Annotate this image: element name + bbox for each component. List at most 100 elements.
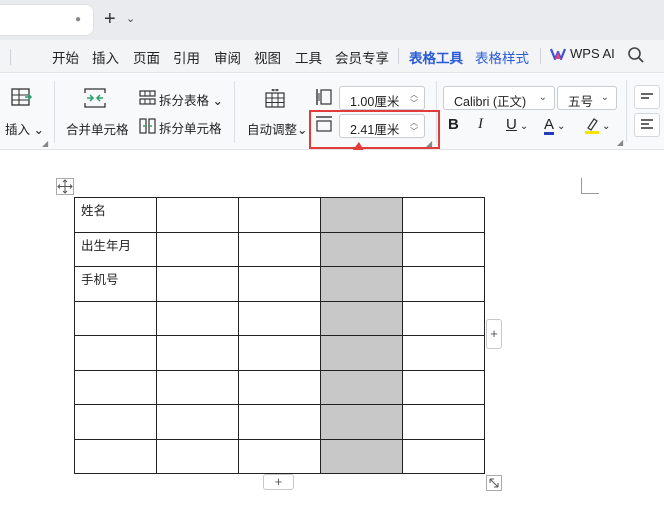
table-cell[interactable] (320, 335, 403, 371)
table-cell[interactable] (156, 369, 239, 405)
table-cell[interactable] (402, 231, 485, 267)
table-cell[interactable] (156, 231, 239, 267)
auto-fit-icon[interactable] (265, 89, 285, 108)
table-cell[interactable] (320, 231, 403, 267)
group-expand-icon[interactable]: ◢ (617, 138, 623, 147)
table-cell[interactable] (320, 197, 403, 233)
font-size-select[interactable]: 五号 ⌄ (557, 86, 617, 110)
highlight-button[interactable]: ⌄ (584, 116, 610, 135)
menu-insert[interactable]: 插入 (92, 47, 119, 67)
table-cell[interactable] (238, 438, 321, 474)
resize-diagonal-icon (489, 478, 499, 488)
table-row (74, 369, 485, 405)
table-cell[interactable] (402, 335, 485, 371)
font-color-button[interactable]: A ⌄ (544, 116, 565, 135)
table-cell[interactable] (74, 300, 157, 336)
table-cell[interactable] (156, 438, 239, 474)
search-icon[interactable] (627, 46, 645, 64)
new-tab-button[interactable]: + (104, 9, 116, 29)
group-expand-icon[interactable]: ◢ (42, 139, 48, 148)
table-cell[interactable] (156, 197, 239, 233)
insert-table-icon[interactable] (11, 88, 33, 108)
add-column-button[interactable]: + (486, 319, 502, 349)
table-cell[interactable] (320, 404, 403, 440)
table-cell[interactable] (238, 197, 321, 233)
spin-down-icon[interactable]: ﹀ (410, 98, 418, 109)
table-cell[interactable] (238, 369, 321, 405)
menu-member[interactable]: 会员专享 (335, 47, 389, 67)
tab-bar: ● + ⌄ (0, 0, 664, 40)
table-cell[interactable] (74, 404, 157, 440)
table-cell[interactable] (74, 335, 157, 371)
unsaved-dot-icon: ● (74, 14, 81, 25)
document-tab[interactable]: ● (0, 4, 94, 36)
table-row: 出生年月 (74, 231, 485, 267)
menu-review[interactable]: 审阅 (214, 47, 241, 67)
menu-table-style[interactable]: 表格样式 (475, 47, 529, 67)
table-row (74, 438, 485, 474)
add-row-button[interactable]: + (263, 474, 294, 490)
menu-references[interactable]: 引用 (173, 47, 200, 67)
table-cell[interactable] (74, 369, 157, 405)
cell-width-spinner[interactable]: 1.00厘米 ︿ ﹀ (339, 86, 425, 110)
table-cell[interactable] (238, 335, 321, 371)
table-row (74, 335, 485, 371)
underline-label: U (506, 116, 517, 133)
table-cell[interactable] (320, 266, 403, 302)
table-cell[interactable] (402, 266, 485, 302)
table-cell[interactable]: 手机号 (74, 266, 157, 302)
table-cell[interactable] (402, 369, 485, 405)
table-cell[interactable] (320, 300, 403, 336)
table-row (74, 404, 485, 440)
underline-button[interactable]: U ⌄ (506, 116, 528, 133)
table-row (74, 300, 485, 336)
table-move-handle[interactable] (56, 178, 74, 195)
table-cell[interactable] (402, 197, 485, 233)
split-cells-button[interactable]: 拆分单元格 (159, 118, 222, 137)
highlight-annotation-box (309, 110, 440, 149)
table-cell[interactable] (402, 438, 485, 474)
chevron-down-icon: ⌄ (538, 92, 547, 103)
chevron-down-icon: ⌄ (600, 92, 609, 103)
table-cell[interactable] (74, 438, 157, 474)
table-cell[interactable] (402, 404, 485, 440)
table-row: 手机号 (74, 266, 485, 302)
table-cell[interactable] (238, 300, 321, 336)
merge-cells-button[interactable]: 合并单元格 (66, 119, 129, 138)
menu-table-tools[interactable]: 表格工具 (409, 47, 463, 74)
table-cell[interactable] (238, 404, 321, 440)
new-tab-caret-icon[interactable]: ⌄ (126, 12, 135, 25)
auto-fit-button[interactable]: 自动调整⌄ (247, 119, 308, 138)
table-cell[interactable]: 姓名 (74, 197, 157, 233)
menu-tools[interactable]: 工具 (295, 47, 322, 67)
table-cell[interactable]: 出生年月 (74, 231, 157, 267)
insert-button[interactable]: 插入 ⌄ (5, 119, 44, 138)
bold-button[interactable]: B (448, 116, 459, 133)
table-cell[interactable] (238, 231, 321, 267)
table-cell[interactable] (156, 335, 239, 371)
cell-width-value[interactable]: 1.00厘米 (350, 91, 399, 110)
table-cell[interactable] (402, 300, 485, 336)
italic-button[interactable]: I (478, 116, 483, 133)
split-table-grid-icon[interactable] (139, 90, 156, 105)
split-cells-icon[interactable] (139, 118, 156, 134)
table-cell[interactable] (156, 404, 239, 440)
merge-cells-icon[interactable] (84, 88, 106, 108)
menu-page[interactable]: 页面 (133, 47, 160, 67)
table-cell[interactable] (156, 300, 239, 336)
align-top-button[interactable] (634, 85, 660, 109)
menu-home[interactable]: 开始 (52, 47, 79, 67)
table-cell[interactable] (238, 266, 321, 302)
wps-ai-button[interactable]: WPS AI (550, 46, 615, 61)
font-name-select[interactable]: Calibri (正文) ⌄ (443, 86, 555, 110)
insert-label: 插入 (5, 123, 31, 137)
document-table: 姓名 出生年月 手机号 (74, 197, 485, 474)
split-table-button[interactable]: 拆分表格 ⌄ (159, 90, 223, 109)
align-left-button[interactable] (634, 113, 660, 137)
ribbon-divider (54, 81, 55, 143)
table-cell[interactable] (156, 266, 239, 302)
menu-view[interactable]: 视图 (254, 47, 281, 67)
table-cell[interactable] (320, 369, 403, 405)
table-cell[interactable] (320, 438, 403, 474)
table-resize-handle[interactable] (486, 475, 502, 491)
